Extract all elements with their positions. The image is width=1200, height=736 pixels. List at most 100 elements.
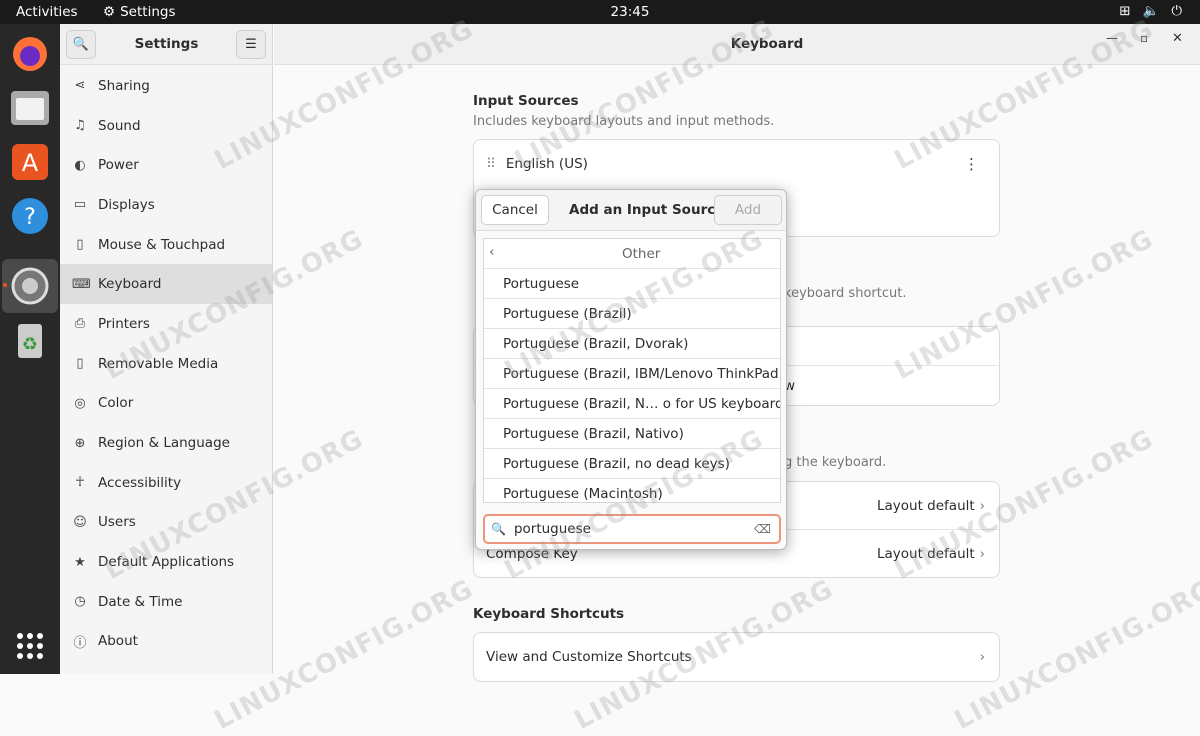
- globe-icon: ⊕: [74, 435, 86, 451]
- sidebar-item-label: Accessibility: [98, 474, 182, 491]
- settings-sidebar: 🔍 Settings ☰ ⋖ Sharing ♫ Sound ◐ Power ▭ Dis…: [60, 24, 273, 674]
- sidebar-item-about[interactable]: ⓘ About: [60, 622, 272, 662]
- sidebar-nav: ⋖ Sharing ♫ Sound ◐ Power ▭ Displays ▯ Mouse …: [60, 65, 272, 661]
- sidebar-item-label: About: [98, 633, 138, 650]
- accessibility-icon: ☥: [75, 475, 85, 491]
- input-sources-subtitle: Includes keyboard layouts and input meth…: [473, 114, 775, 129]
- list-item[interactable]: Portuguese (Brazil): [484, 299, 780, 329]
- back-row[interactable]: ‹ Other: [484, 239, 780, 269]
- chevron-right-icon: ›: [979, 497, 985, 514]
- sidebar-item-region-language[interactable]: ⊕ Region & Language: [60, 423, 272, 463]
- sidebar-item-power[interactable]: ◐ Power: [60, 145, 272, 185]
- keyboard-shortcuts-heading: Keyboard Shortcuts: [473, 606, 625, 622]
- list-item[interactable]: Portuguese: [484, 269, 780, 299]
- top-bar: Activities ⚙ Settings 23:45 ⊞ 🔈 ⏻: [0, 0, 1200, 24]
- running-indicator: [3, 283, 7, 287]
- view-customize-shortcuts-label: View and Customize Shortcuts: [486, 649, 692, 665]
- svg-text:?: ?: [24, 205, 36, 230]
- sidebar-item-default-applications[interactable]: ★ Default Applications: [60, 542, 272, 582]
- list-item[interactable]: Portuguese (Brazil, no dead keys): [484, 449, 780, 479]
- keyboard-icon: ⌨: [72, 276, 91, 292]
- input-source-list: ‹ Other Portuguese Portuguese (Brazil) P…: [483, 238, 781, 503]
- panel-header: Keyboard — ▫ ✕: [274, 24, 1200, 65]
- power-menu-icon: ⏻: [1171, 3, 1182, 19]
- svg-text:♻: ♻: [22, 334, 38, 355]
- input-source-label: English (US): [505, 156, 588, 172]
- sidebar-item-users[interactable]: ☺ Users: [60, 503, 272, 543]
- list-item[interactable]: Portuguese (Brazil, N… o for US keyboard…: [484, 389, 780, 419]
- share-icon: ⋖: [74, 78, 86, 94]
- add-button[interactable]: Add: [714, 195, 782, 225]
- list-item[interactable]: Portuguese (Brazil, Dvorak): [484, 329, 780, 359]
- chevron-right-icon: ›: [979, 649, 985, 665]
- list-item[interactable]: Portuguese (Brazil, IBM/Lenovo ThinkPad): [484, 359, 780, 389]
- sidebar-item-removable-media[interactable]: ▯ Removable Media: [60, 344, 272, 384]
- clock[interactable]: 23:45: [0, 4, 1200, 20]
- sidebar-item-label: Default Applications: [98, 554, 235, 571]
- sidebar-item-mouse-touchpad[interactable]: ▯ Mouse & Touchpad: [60, 225, 272, 265]
- list-item[interactable]: Portuguese (Macintosh): [484, 479, 780, 502]
- compose-key-value: Layout default: [877, 546, 975, 562]
- display-icon: ▭: [73, 197, 87, 213]
- clock-icon: ◷: [74, 594, 86, 610]
- printer-icon: ⎙: [74, 316, 86, 332]
- info-icon: ⓘ: [73, 635, 87, 651]
- shortcuts-list: View and Customize Shortcuts ›: [473, 632, 1000, 682]
- sidebar-header: 🔍 Settings ☰: [60, 24, 272, 65]
- sidebar-item-accessibility[interactable]: ☥ Accessibility: [60, 463, 272, 503]
- sidebar-item-label: Printers: [98, 315, 150, 332]
- settings-app-icon[interactable]: [10, 266, 50, 306]
- drag-handle-icon[interactable]: ⠿: [486, 156, 496, 172]
- search-field[interactable]: 🔍 portuguese ⌫: [483, 514, 781, 544]
- help-icon[interactable]: ?: [10, 196, 50, 236]
- sidebar-item-label: Region & Language: [98, 435, 230, 452]
- sidebar-item-printers[interactable]: ⎙ Printers: [60, 304, 272, 344]
- sidebar-item-sharing[interactable]: ⋖ Sharing: [60, 66, 272, 106]
- software-center-icon[interactable]: A: [10, 142, 50, 182]
- sidebar-item-label: Displays: [98, 196, 155, 213]
- sidebar-item-label: Color: [98, 395, 134, 412]
- sidebar-item-label: Date & Time: [98, 593, 183, 610]
- back-chevron-icon: ‹: [489, 244, 495, 260]
- network-icon: ⊞: [1119, 3, 1131, 19]
- color-icon: ◎: [74, 395, 86, 411]
- music-note-icon: ♫: [74, 118, 86, 134]
- sidebar-item-label: Sound: [98, 117, 141, 134]
- cancel-button[interactable]: Cancel: [481, 195, 549, 225]
- minimize-icon[interactable]: —: [1106, 31, 1118, 45]
- sidebar-item-label: Mouse & Touchpad: [98, 236, 226, 253]
- special-entry-hint-partial: g the keyboard.: [784, 455, 887, 470]
- dialog-header: Cancel Add an Input Source Add: [476, 190, 786, 231]
- trash-icon[interactable]: ♻: [10, 320, 50, 360]
- sidebar-item-displays[interactable]: ▭ Displays: [60, 185, 272, 225]
- sidebar-item-label: Sharing: [98, 77, 150, 94]
- add-input-source-dialog: Cancel Add an Input Source Add ‹ Other P…: [475, 189, 787, 550]
- show-applications-icon[interactable]: [10, 626, 50, 666]
- users-icon: ☺: [73, 514, 87, 530]
- chevron-right-icon: ›: [979, 546, 985, 562]
- volume-icon: 🔈: [1142, 3, 1160, 19]
- system-tray[interactable]: ⊞ 🔈 ⏻: [1119, 3, 1182, 19]
- mouse-icon: ▯: [76, 237, 84, 253]
- close-icon[interactable]: ✕: [1172, 31, 1183, 46]
- sidebar-item-color[interactable]: ◎ Color: [60, 384, 272, 424]
- sidebar-item-date-time[interactable]: ◷ Date & Time: [60, 582, 272, 622]
- clear-search-icon[interactable]: ⌫: [754, 522, 771, 536]
- search-icon: 🔍: [491, 522, 506, 536]
- firefox-icon[interactable]: [10, 34, 50, 74]
- shortcut-hint-partial: keyboard shortcut.: [784, 286, 907, 301]
- star-icon: ★: [74, 554, 86, 570]
- list-item[interactable]: Portuguese (Brazil, Nativo): [484, 419, 780, 449]
- input-source-row[interactable]: ⠿ English (US) ⋮: [474, 140, 999, 188]
- search-input-value: portuguese: [513, 521, 591, 537]
- more-options-icon[interactable]: ⋮: [964, 155, 979, 173]
- sidebar-item-keyboard[interactable]: ⌨ Keyboard: [60, 264, 272, 305]
- hamburger-icon: ☰: [245, 37, 257, 52]
- sidebar-item-sound[interactable]: ♫ Sound: [60, 106, 272, 146]
- dock: A ? ♻: [0, 24, 60, 674]
- sidebar-item-label: Keyboard: [98, 276, 162, 293]
- files-icon[interactable]: [10, 88, 50, 128]
- menu-button[interactable]: ☰: [236, 30, 266, 59]
- input-sources-heading: Input Sources: [473, 93, 579, 109]
- maximize-icon[interactable]: ▫: [1140, 31, 1148, 45]
